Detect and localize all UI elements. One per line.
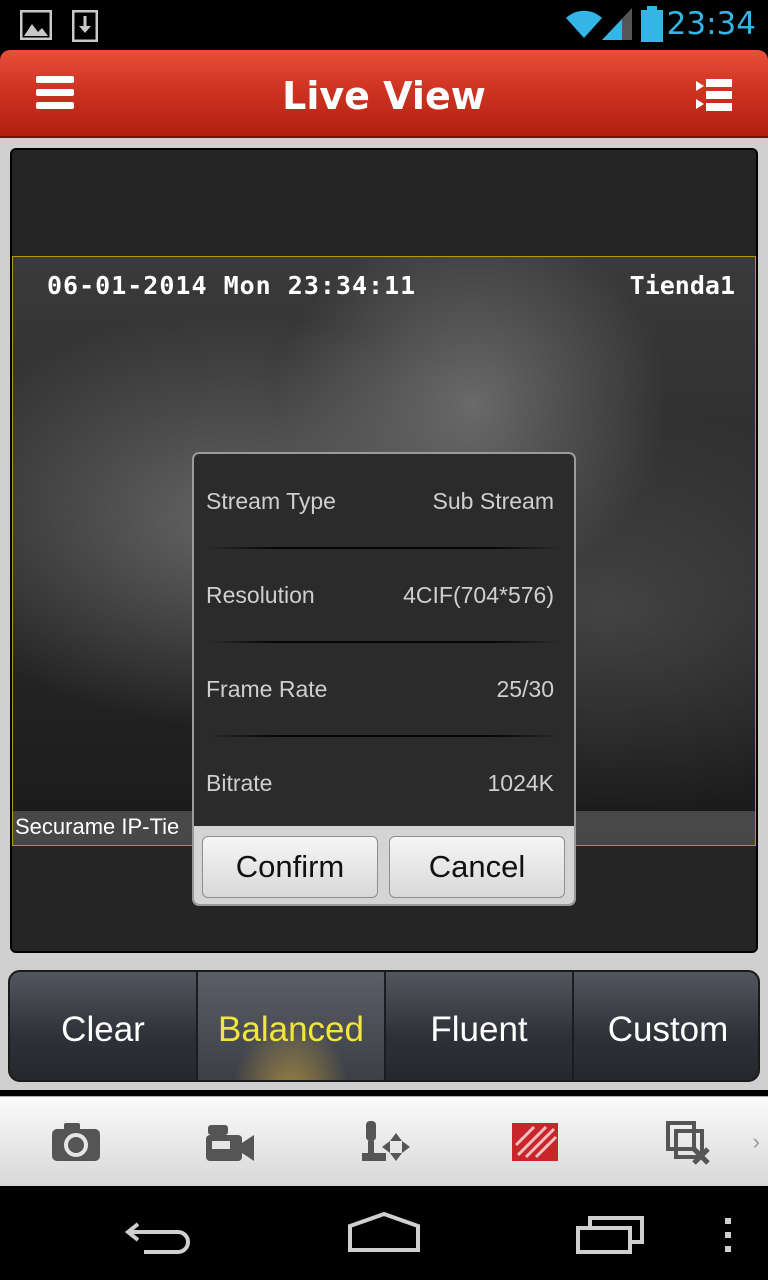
wifi-icon (566, 10, 602, 38)
quality-balanced-button[interactable]: Balanced (198, 972, 386, 1080)
video-record-icon[interactable] (204, 1119, 256, 1165)
camera-datetime: 06-01-2014 Mon 23:34:11 (47, 271, 417, 300)
quality-icon[interactable] (510, 1119, 562, 1165)
status-bar: 23:34 (0, 0, 768, 50)
bottom-toolbar: › (0, 1096, 768, 1186)
resolution-row[interactable]: Resolution 4CIF(704*576) (194, 548, 574, 642)
battery-icon (641, 6, 663, 42)
close-all-icon[interactable] (664, 1119, 716, 1165)
title-bar: Live View (0, 50, 768, 138)
frame-rate-row[interactable]: Frame Rate 25/30 (194, 642, 574, 736)
confirm-button[interactable]: Confirm (202, 836, 378, 898)
stream-type-row[interactable]: Stream Type Sub Stream (194, 454, 574, 548)
home-icon[interactable] (346, 1212, 422, 1254)
status-time: 23:34 (666, 6, 756, 42)
download-icon (72, 10, 98, 42)
row-value: 4CIF(704*576) (403, 582, 554, 608)
quality-fluent-button[interactable]: Fluent (386, 972, 574, 1080)
row-value: 1024K (487, 770, 554, 796)
cancel-button[interactable]: Cancel (389, 836, 565, 898)
camera-icon[interactable] (50, 1119, 102, 1165)
more-icon[interactable] (722, 1216, 734, 1256)
row-label: Resolution (206, 582, 315, 608)
stream-settings-dialog: Stream Type Sub Stream Resolution 4CIF(7… (192, 452, 576, 906)
row-label: Stream Type (206, 488, 336, 514)
page-title: Live View (282, 74, 486, 118)
recent-apps-icon[interactable] (574, 1214, 646, 1254)
bitrate-row[interactable]: Bitrate 1024K (194, 736, 574, 830)
ptz-icon[interactable] (358, 1119, 410, 1165)
scroll-right-icon[interactable]: › (753, 1129, 760, 1155)
signal-icon (602, 8, 632, 40)
row-label: Bitrate (206, 770, 273, 796)
navigation-bar (0, 1186, 768, 1280)
image-icon (20, 10, 52, 40)
camera-name: Securame IP-Tie (15, 814, 180, 839)
dialog-button-area: Confirm Cancel (194, 826, 574, 904)
camera-channel-label: Tienda1 (629, 271, 735, 300)
list-icon[interactable] (696, 78, 732, 112)
quality-custom-button[interactable]: Custom (574, 972, 758, 1080)
quality-selector: Clear Balanced Fluent Custom (0, 966, 768, 1090)
quality-clear-button[interactable]: Clear (10, 972, 198, 1080)
row-value: Sub Stream (432, 488, 554, 514)
row-label: Frame Rate (206, 676, 328, 702)
back-icon[interactable] (124, 1216, 194, 1256)
row-value: 25/30 (496, 676, 554, 702)
